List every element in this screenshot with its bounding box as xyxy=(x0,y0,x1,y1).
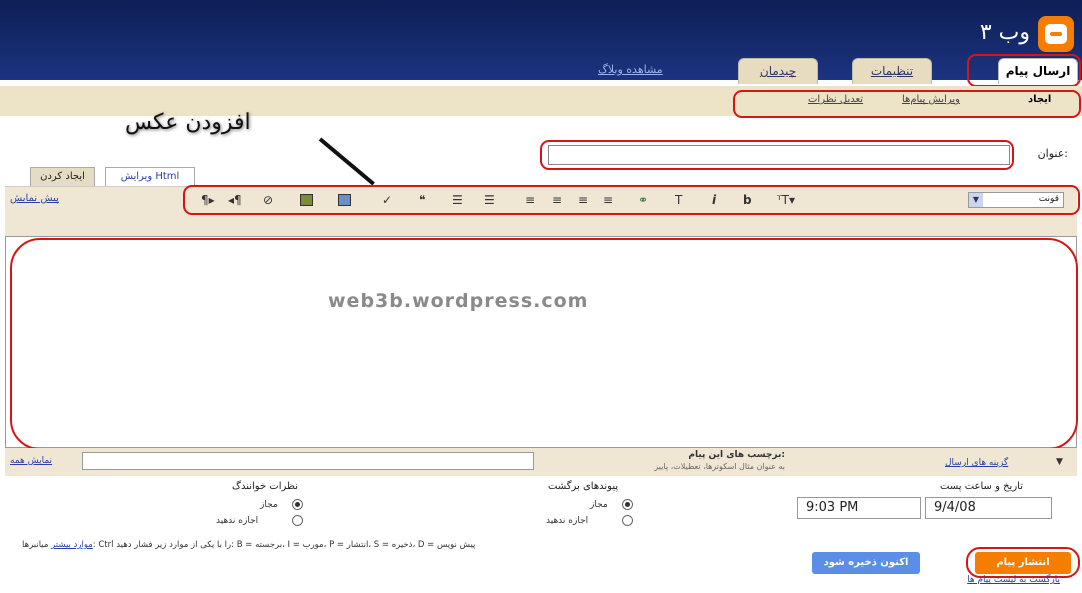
save-now-button[interactable]: اکنون ذخیره شود xyxy=(812,552,920,574)
tab-edit-html[interactable]: ویرایش Html xyxy=(105,167,195,187)
labels-input[interactable] xyxy=(82,452,534,470)
editor-watermark: web3b.wordpress.com xyxy=(328,290,589,312)
backlinks-allow-radio[interactable] xyxy=(622,499,633,510)
datetime-title: تاریخ و ساعت پست xyxy=(940,481,1023,492)
comments-deny-radio[interactable] xyxy=(292,515,303,526)
highlight-toolbar xyxy=(183,185,1080,215)
shortcuts-hint: موارد بیشتر میانبرها: Ctrl را با یکی از … xyxy=(22,540,475,550)
labels-example: به عنوان مثال اسکوترها، تعطیلات، پاییز xyxy=(654,462,785,471)
blogger-logo-icon xyxy=(1038,16,1074,52)
tab-layout[interactable]: چیدمان xyxy=(738,58,818,84)
highlight-posting-tab xyxy=(967,54,1081,87)
more-shortcuts-link[interactable]: موارد بیشتر xyxy=(51,540,93,550)
reader-comments-title: نظرات خوانندگ xyxy=(232,481,299,492)
highlight-subnav xyxy=(733,90,1081,118)
triangle-down-icon[interactable]: ▼ xyxy=(1056,457,1063,467)
highlight-title xyxy=(540,140,1014,170)
backlinks-title: پیوندهای برگشت xyxy=(548,481,619,492)
backlinks-deny-label: اجازه ندهید xyxy=(546,516,589,526)
highlight-publish xyxy=(966,547,1080,578)
backlinks-deny-radio[interactable] xyxy=(622,515,633,526)
highlight-editor xyxy=(10,238,1078,450)
labels-title: برچسب های این پیام: xyxy=(688,450,785,460)
blog-title: وب ۳ xyxy=(979,20,1030,45)
post-date-field[interactable]: 9/4/08 xyxy=(925,497,1052,519)
annotation-arrow xyxy=(318,137,375,186)
preview-link[interactable]: پیش نمایش xyxy=(10,193,59,204)
toolbar-spacer xyxy=(5,216,1077,236)
comments-deny-label: اجازه ندهید xyxy=(216,516,259,526)
post-time-field[interactable]: 9:03 PM xyxy=(797,497,921,519)
show-all-labels-link[interactable]: نمایش همه xyxy=(10,456,52,466)
tab-compose-mode[interactable]: ایجاد کردن xyxy=(30,167,95,187)
add-photo-annotation: افزودن عکس xyxy=(125,110,251,135)
post-title-label: عنوان: xyxy=(1037,147,1068,160)
comments-allow-label: مجاز xyxy=(260,500,278,510)
tab-settings[interactable]: تنظیمات xyxy=(852,58,932,84)
post-options-link[interactable]: گزینه های ارسال xyxy=(945,458,1008,468)
view-blog-link[interactable]: مشاهده وبلاگ xyxy=(598,63,663,76)
backlinks-allow-label: مجاز xyxy=(590,500,608,510)
comments-allow-radio[interactable] xyxy=(292,499,303,510)
back-to-posts-link[interactable]: بازگشت به لیست پیام ها xyxy=(967,575,1060,585)
